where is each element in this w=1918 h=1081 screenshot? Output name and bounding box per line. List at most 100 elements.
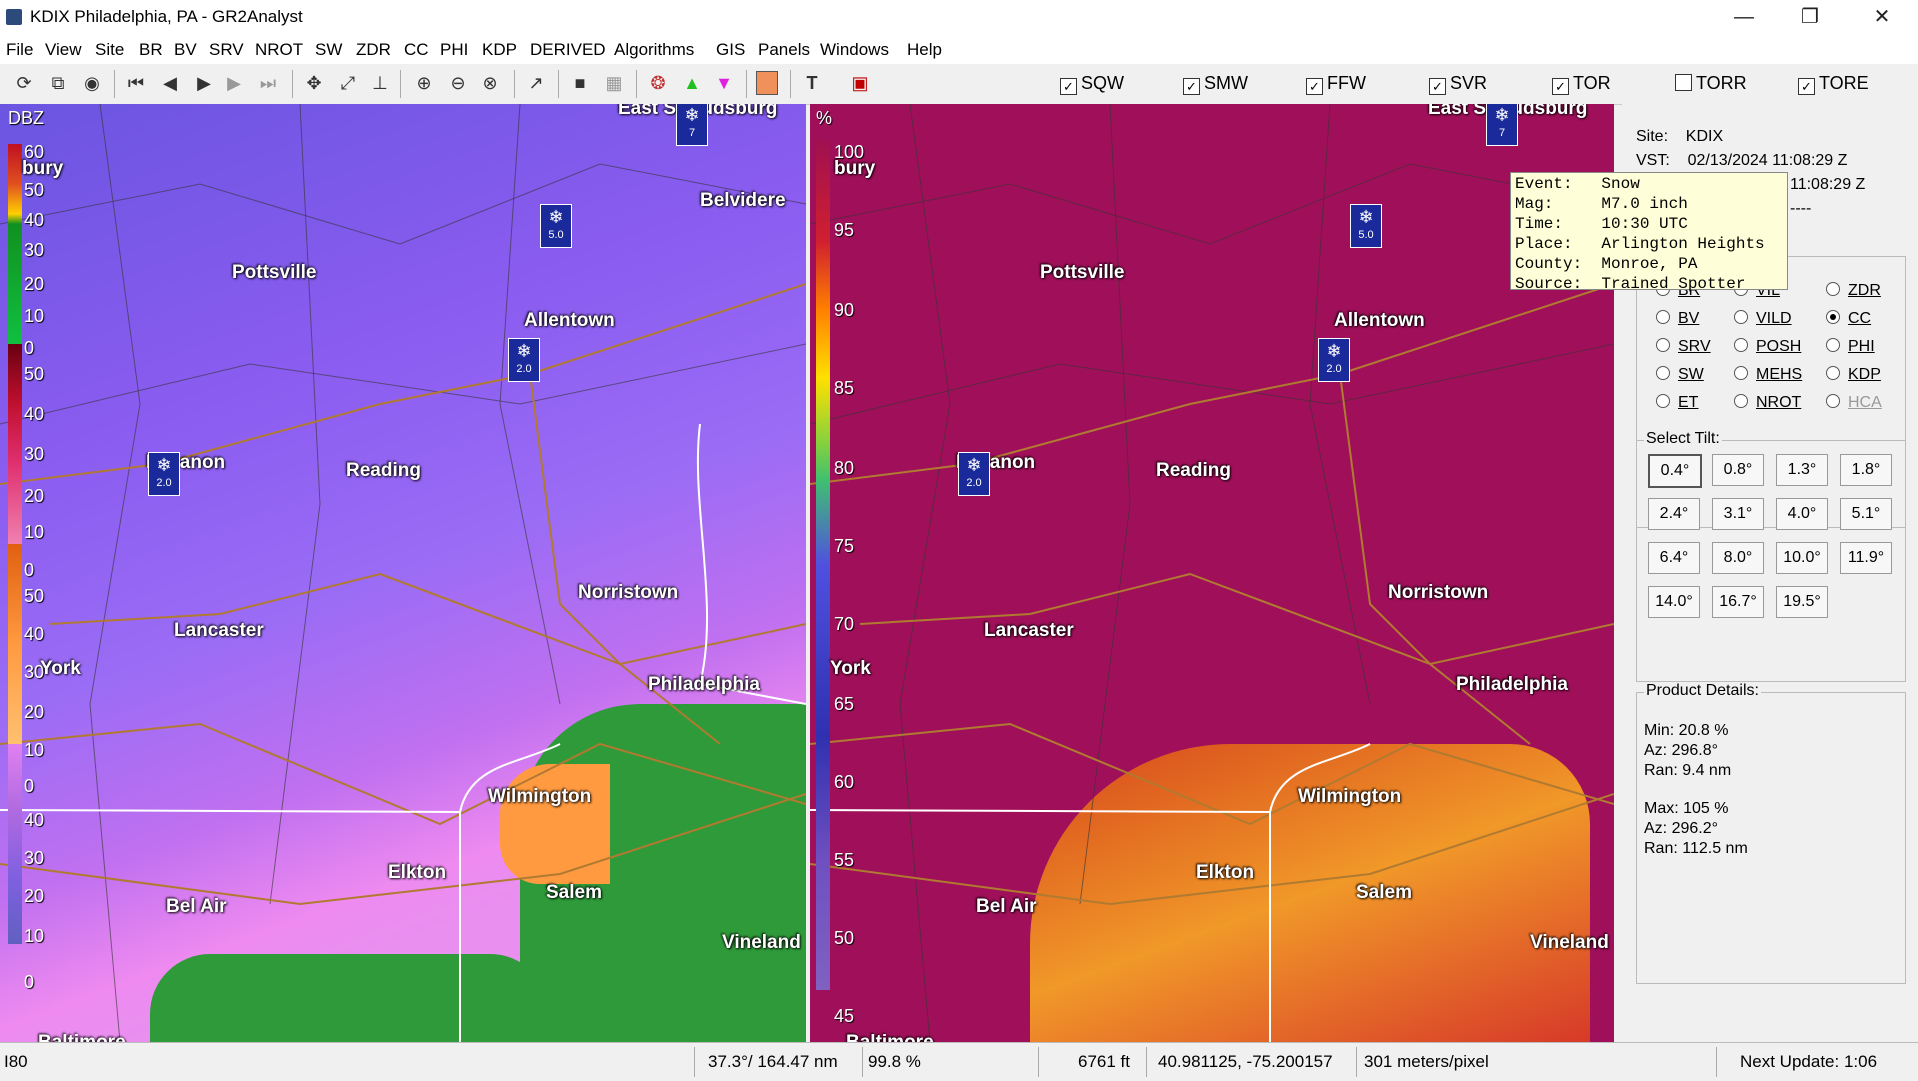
hail-triangle-icon[interactable]: ▲ bbox=[680, 71, 704, 95]
snow-report-icon[interactable]: ❄ 2.0 bbox=[958, 452, 990, 496]
snow-report-icon[interactable]: ❄ 2.0 bbox=[508, 338, 540, 382]
storm-icon[interactable]: ❂ bbox=[646, 71, 670, 95]
snow-report-icon[interactable]: ❄ 5.0 bbox=[540, 204, 572, 248]
product-radio-srv[interactable]: SRV bbox=[1656, 338, 1711, 356]
warning-tore-checkbox[interactable]: ✓ TORE bbox=[1798, 73, 1869, 95]
previous-frame-icon[interactable]: ◀ bbox=[158, 71, 182, 95]
radio-selected-icon bbox=[1826, 310, 1840, 324]
snow-report-icon[interactable]: ❄ 7 bbox=[676, 104, 708, 146]
tilt-button[interactable]: 8.0° bbox=[1712, 542, 1764, 574]
menu-sw[interactable]: SW bbox=[315, 40, 342, 60]
zoom-in-icon[interactable]: ⊕ bbox=[412, 71, 436, 95]
checkbox-icon bbox=[1675, 74, 1692, 91]
color-table-icon[interactable] bbox=[756, 71, 778, 95]
menu-cc[interactable]: CC bbox=[404, 40, 429, 60]
snow-report-icon[interactable]: ❄ 2.0 bbox=[148, 452, 180, 496]
snow-report-icon[interactable]: ❄ 2.0 bbox=[1318, 338, 1350, 382]
menu-nrot[interactable]: NROT bbox=[255, 40, 303, 60]
tilt-button[interactable]: 0.4° bbox=[1648, 454, 1702, 488]
copy-icon[interactable]: ⧉ bbox=[46, 71, 70, 95]
menu-site[interactable]: Site bbox=[95, 40, 124, 60]
tilt-button[interactable]: 11.9° bbox=[1840, 542, 1892, 574]
single-panel-icon[interactable]: ■ bbox=[568, 71, 592, 95]
cross-section-icon[interactable]: ⊥ bbox=[368, 71, 392, 95]
menu-gis[interactable]: GIS bbox=[716, 40, 745, 60]
menu-windows[interactable]: Windows bbox=[820, 40, 889, 60]
close-button[interactable]: ✕ bbox=[1852, 0, 1912, 34]
city-label: Wilmington bbox=[1298, 786, 1402, 807]
mesocyclone-triangle-icon[interactable]: ▼ bbox=[712, 71, 736, 95]
menu-panels[interactable]: Panels bbox=[758, 40, 810, 60]
text-tool-icon[interactable]: T bbox=[800, 71, 824, 95]
minimize-button[interactable]: — bbox=[1714, 0, 1774, 34]
snow-report-icon[interactable]: ❄ 7 bbox=[1486, 104, 1518, 146]
product-radio-kdp[interactable]: KDP bbox=[1826, 366, 1881, 384]
record-icon[interactable]: ▣ bbox=[848, 71, 872, 95]
radio-icon bbox=[1826, 338, 1840, 352]
product-radio-sw[interactable]: SW bbox=[1656, 366, 1704, 384]
product-label: HCA bbox=[1848, 394, 1882, 411]
menu-zdr[interactable]: ZDR bbox=[356, 40, 391, 60]
product-radio-zdr[interactable]: ZDR bbox=[1826, 282, 1881, 300]
tilt-button[interactable]: 3.1° bbox=[1712, 498, 1764, 530]
menu-view[interactable]: View bbox=[45, 40, 82, 60]
product-radio-phi[interactable]: PHI bbox=[1826, 338, 1875, 356]
product-radio-cc[interactable]: CC bbox=[1826, 310, 1871, 328]
menu-phi[interactable]: PHI bbox=[440, 40, 468, 60]
menu-help[interactable]: Help bbox=[907, 40, 942, 60]
next-frame-icon[interactable]: ▶ bbox=[222, 71, 246, 95]
tilt-button[interactable]: 6.4° bbox=[1648, 542, 1700, 574]
product-label: MEHS bbox=[1756, 366, 1803, 383]
menu-kdp[interactable]: KDP bbox=[482, 40, 517, 60]
menu-file[interactable]: File bbox=[6, 40, 33, 60]
product-radio-bv[interactable]: BV bbox=[1656, 310, 1699, 328]
product-radio-hca[interactable]: HCA bbox=[1826, 394, 1882, 412]
menu-srv[interactable]: SRV bbox=[209, 40, 244, 60]
warning-sqw-checkbox[interactable]: ✓ SQW bbox=[1060, 73, 1124, 95]
scale-label: 30 bbox=[24, 848, 45, 868]
tilt-button[interactable]: 5.1° bbox=[1840, 498, 1892, 530]
tilt-button[interactable]: 0.8° bbox=[1712, 454, 1764, 486]
product-radio-mehs[interactable]: MEHS bbox=[1734, 366, 1802, 384]
correlation-coefficient-panel[interactable]: % 100 95 90 85 80 75 70 65 60 55 50 45 b… bbox=[810, 104, 1614, 1042]
play-icon[interactable]: ▶ bbox=[192, 71, 216, 95]
pan-icon[interactable]: ✥ bbox=[302, 71, 326, 95]
menu-bv[interactable]: BV bbox=[174, 40, 197, 60]
product-radio-nrot[interactable]: NROT bbox=[1734, 394, 1801, 412]
warning-svr-checkbox[interactable]: ✓ SVR bbox=[1429, 73, 1487, 95]
menu-derived[interactable]: DERIVED bbox=[530, 40, 606, 60]
multi-panel-icon[interactable]: ▦ bbox=[602, 71, 626, 95]
scale-label: 50 bbox=[24, 364, 45, 384]
product-radio-et[interactable]: ET bbox=[1656, 394, 1698, 412]
scale-label: 50 bbox=[834, 928, 855, 948]
restore-button[interactable]: ❐ bbox=[1780, 0, 1840, 34]
arrow-tool-icon[interactable]: ↗ bbox=[524, 71, 548, 95]
tilt-button[interactable]: 2.4° bbox=[1648, 498, 1700, 530]
refresh-icon[interactable]: ⟳ bbox=[12, 71, 36, 95]
city-label: Reading bbox=[1156, 460, 1231, 481]
warning-ffw-checkbox[interactable]: ✓ FFW bbox=[1306, 73, 1366, 95]
reflectivity-panel[interactable]: DBZ 60 50 40 30 20 10 0 50 40 30 20 10 0… bbox=[0, 104, 806, 1042]
zoom-out-icon[interactable]: ⊖ bbox=[446, 71, 470, 95]
product-radio-vild[interactable]: VILD bbox=[1734, 310, 1792, 328]
zoom-reset-icon[interactable]: ⊗ bbox=[478, 71, 502, 95]
snow-report-icon[interactable]: ❄ 5.0 bbox=[1350, 204, 1382, 248]
last-frame-icon[interactable]: ⏭ bbox=[256, 71, 280, 95]
menu-algorithms[interactable]: Algorithms bbox=[614, 40, 694, 60]
tilt-button[interactable]: 19.5° bbox=[1776, 586, 1828, 618]
tilt-button[interactable]: 1.3° bbox=[1776, 454, 1828, 486]
tilt-button[interactable]: 14.0° bbox=[1648, 586, 1700, 618]
warning-tor-checkbox[interactable]: ✓ TOR bbox=[1552, 73, 1611, 95]
globe-icon[interactable]: ◉ bbox=[80, 71, 104, 95]
warning-torr-checkbox[interactable]: TORR bbox=[1675, 73, 1747, 94]
tilt-button[interactable]: 16.7° bbox=[1712, 586, 1764, 618]
tilt-button[interactable]: 10.0° bbox=[1776, 542, 1828, 574]
product-radio-posh[interactable]: POSH bbox=[1734, 338, 1801, 356]
first-frame-icon[interactable]: ⏮ bbox=[124, 71, 148, 95]
tilt-button[interactable]: 1.8° bbox=[1840, 454, 1892, 486]
warning-smw-checkbox[interactable]: ✓ SMW bbox=[1183, 73, 1248, 95]
measure-icon[interactable]: ⤢ bbox=[336, 71, 360, 95]
menu-br[interactable]: BR bbox=[139, 40, 163, 60]
product-label: POSH bbox=[1756, 338, 1802, 355]
tilt-button[interactable]: 4.0° bbox=[1776, 498, 1828, 530]
